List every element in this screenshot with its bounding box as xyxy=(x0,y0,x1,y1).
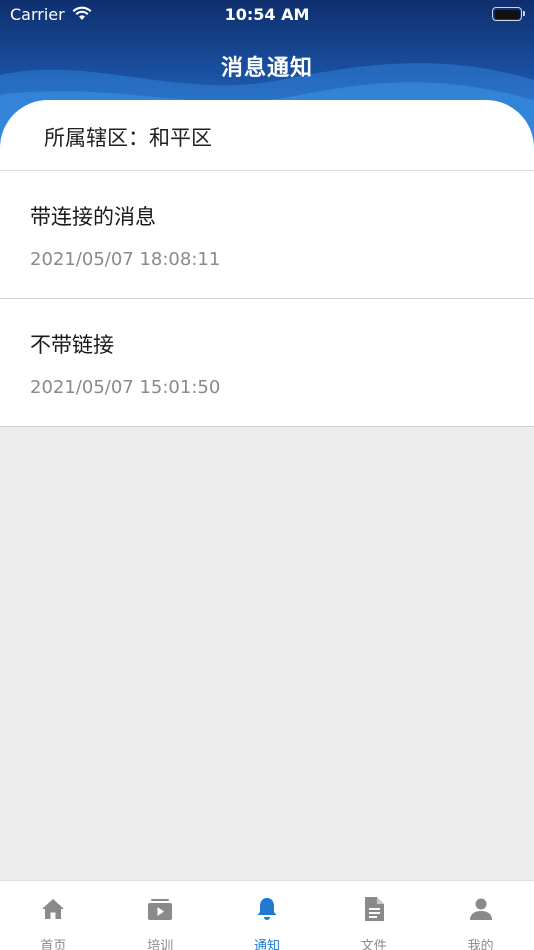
message-list: 带连接的消息 2021/05/07 18:08:11 不带链接 2021/05/… xyxy=(0,170,534,427)
person-icon xyxy=(469,898,492,920)
tab-home[interactable]: 首页 xyxy=(0,881,107,950)
tab-profile[interactable]: 我的 xyxy=(427,881,534,950)
message-time: 2021/05/07 15:01:50 xyxy=(30,377,221,398)
message-title: 带连接的消息 xyxy=(30,205,156,229)
home-icon xyxy=(42,899,65,919)
message-title: 不带链接 xyxy=(30,333,114,357)
status-time: 10:54 AM xyxy=(224,5,310,24)
district-label: 所属辖区：和平区 xyxy=(44,126,212,150)
tab-profile-label: 我的 xyxy=(467,939,494,950)
tab-files[interactable]: 文件 xyxy=(320,881,427,950)
status-bar: Carrier 10:54 AM xyxy=(0,0,534,30)
message-item[interactable]: 不带链接 2021/05/07 15:01:50 xyxy=(0,299,534,427)
tab-training[interactable]: 培训 xyxy=(107,881,214,950)
page-title: 消息通知 xyxy=(220,56,313,81)
document-icon xyxy=(364,897,384,921)
tab-notifications[interactable]: 通知 xyxy=(214,881,321,950)
message-time: 2021/05/07 18:08:11 xyxy=(30,249,221,270)
tab-bar: 首页 培训 通知 文件 我的 xyxy=(0,880,534,950)
tab-training-label: 培训 xyxy=(147,939,174,950)
tab-home-label: 首页 xyxy=(40,939,67,950)
video-icon xyxy=(148,899,173,920)
bell-icon xyxy=(257,898,277,920)
message-item[interactable]: 带连接的消息 2021/05/07 18:08:11 xyxy=(0,171,534,299)
district-card: 所属辖区：和平区 xyxy=(0,100,534,170)
tab-notifications-label: 通知 xyxy=(253,939,280,950)
tab-files-label: 文件 xyxy=(360,939,387,950)
battery-icon xyxy=(492,7,525,21)
